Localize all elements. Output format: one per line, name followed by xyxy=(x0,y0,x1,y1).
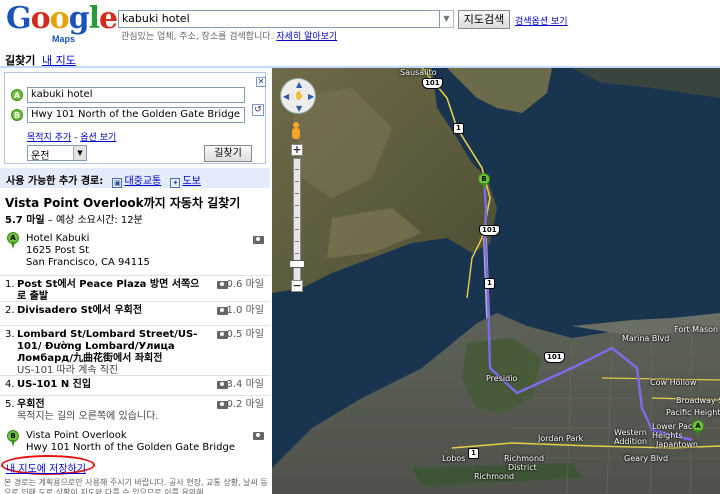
end-address: Vista Point Overlook Hwy 101 North of th… xyxy=(26,430,236,453)
directions-form: ✕ A kabuki hotel B Hwy 101 North of the … xyxy=(4,72,266,164)
save-to-my-maps-link[interactable]: 내 지도에 저장하기 xyxy=(6,460,86,475)
search-map-button[interactable]: 지도검색 xyxy=(458,10,510,29)
highway-101-shield: 101 xyxy=(422,78,443,89)
learn-more-link[interactable]: 자세히 알아보기 xyxy=(276,32,337,42)
route-summary: 5.7 마일 – 예상 소요시간: 12분 xyxy=(5,215,143,226)
hand-icon: ✋ xyxy=(294,91,304,100)
search-options-link[interactable]: 검색옵션 보기 xyxy=(515,14,568,27)
map-label-addition: Addition xyxy=(614,437,648,446)
pan-control[interactable]: ▲ ▼ ◀ ▶ ✋ xyxy=(280,78,316,114)
search-history-dropdown[interactable]: ▼ xyxy=(440,10,454,28)
map-label-fort-mason: Fort Mason xyxy=(674,325,719,334)
map-label-lower-pac: Lower Pac xyxy=(652,422,693,431)
highway-101-shield: 101 xyxy=(544,352,565,363)
chevron-down-icon: ▼ xyxy=(73,146,86,160)
from-input[interactable]: kabuki hotel xyxy=(27,87,245,103)
map-label-geary: Geary Blvd xyxy=(624,454,669,463)
header: Google Maps kabuki hotel ▼ 지도검색 검색옵션 보기 … xyxy=(0,0,720,48)
map-label-lobos: Lobos xyxy=(442,454,466,463)
transit-link[interactable]: 대중교통 xyxy=(124,176,161,187)
map-marker-b-icon[interactable]: B xyxy=(478,173,490,190)
highway-101-shield: 101 xyxy=(479,225,500,236)
pan-right-icon[interactable]: ▶ xyxy=(308,92,314,101)
to-input[interactable]: Hwy 101 North of the Golden Gate Bridge … xyxy=(27,107,245,123)
camera-icon[interactable] xyxy=(253,236,264,244)
map-label-pacific-heights: Pacific Heights xyxy=(666,408,720,417)
map-view[interactable]: Sausalito Fort Mason Marina Blvd Presidi… xyxy=(272,68,720,494)
alt-routes-label: 사용 가능한 추가 경로: xyxy=(6,176,104,187)
step-row[interactable]: 5. 우회전 목적지는 길의 오른쪽에 있습니다. 0.2 마일 xyxy=(0,395,270,425)
get-directions-button[interactable]: 길찾기 xyxy=(204,145,252,162)
map-label-broadway: Broadway St xyxy=(676,396,720,405)
map-label-western: Western xyxy=(614,428,647,437)
step-row[interactable]: 2. Divisadero St에서 우회전 1.0 마일 xyxy=(0,301,270,325)
step-row[interactable]: 1. Post St에서 Peace Plaza 방면 서쪽으로 출발 0.6 … xyxy=(0,275,270,302)
disclaimer: 본 경로는 계획용으로만 사용해 주시기 바랍니다. 공사 현장, 교통 상황,… xyxy=(4,478,268,494)
step-row[interactable]: 4. US-101 N 진입 3.4 마일 xyxy=(0,375,270,395)
map-label-japantown: Japantown xyxy=(656,440,698,449)
map-label-richmond-2: Richmond xyxy=(474,472,515,481)
start-pin-icon: A xyxy=(7,232,19,249)
sidebar: ✕ A kabuki hotel B Hwy 101 North of the … xyxy=(0,68,270,494)
street-view-pegman-icon[interactable] xyxy=(291,122,301,140)
add-destination-link[interactable]: 목적지 추가 xyxy=(27,133,71,143)
marker-a-icon: A xyxy=(11,89,23,101)
logo-product: Maps xyxy=(52,34,76,44)
walking-icon: ✦ xyxy=(170,178,181,188)
close-icon[interactable]: ✕ xyxy=(256,77,266,87)
map-label-richmond: Richmond xyxy=(504,454,545,463)
map-label-marina: Marina Blvd xyxy=(622,334,670,343)
google-maps-logo[interactable]: Google Maps xyxy=(6,1,118,45)
zoom-in-button[interactable]: + xyxy=(291,144,303,156)
camera-icon[interactable] xyxy=(253,432,264,440)
pan-down-icon[interactable]: ▼ xyxy=(296,104,302,113)
walking-link[interactable]: 도보 xyxy=(182,176,200,187)
search-input[interactable]: kabuki hotel xyxy=(118,10,440,28)
highway-1-shield: 1 xyxy=(468,448,479,459)
zoom-slider-handle[interactable] xyxy=(289,260,305,268)
route-title: Vista Point Overlook까지 자동차 길찾기 xyxy=(5,196,241,210)
logo-word: Google xyxy=(6,1,118,36)
zoom-out-button[interactable]: − xyxy=(291,280,303,292)
map-label-cow-hollow: Cow Hollow xyxy=(650,378,697,387)
step-row[interactable]: 3. Lombard St/Lombard Street/US-101/ Đườ… xyxy=(0,325,270,376)
swap-arrow-icon[interactable]: ↺ xyxy=(252,104,264,116)
marker-b-icon: B xyxy=(11,109,23,121)
map-label-heights: Heights xyxy=(652,431,683,440)
alternative-routes: 사용 가능한 추가 경로: ▣ 대중교통 ✦ 도보 xyxy=(0,168,270,188)
start-address: Hotel Kabuki 1625 Post St San Francisco,… xyxy=(26,233,150,268)
travel-mode-select[interactable]: 운전 ▼ xyxy=(27,145,87,162)
map-label-sausalito: Sausalito xyxy=(400,68,437,77)
map-label-presidio: Presidio xyxy=(486,374,518,383)
map-marker-a-icon[interactable]: A xyxy=(692,420,704,437)
transit-icon: ▣ xyxy=(112,178,123,188)
top-nav: 길찾기 내 지도 xyxy=(0,48,270,67)
pan-up-icon[interactable]: ▲ xyxy=(296,80,302,89)
highway-1-shield: 1 xyxy=(484,278,495,289)
map-label-jordan-park: Jordan Park xyxy=(538,434,584,443)
form-links: 목적지 추가 - 옵션 보기 xyxy=(27,133,117,143)
highway-1-shield: 1 xyxy=(453,123,464,134)
search-hint: 관심있는 업체, 주소, 장소를 검색합니다. 자세히 알아보기 xyxy=(121,32,338,42)
pan-left-icon[interactable]: ◀ xyxy=(283,92,289,101)
map-label-district: District xyxy=(508,463,537,472)
end-pin-icon: B xyxy=(7,430,19,447)
show-options-link[interactable]: 옵션 보기 xyxy=(80,133,116,143)
